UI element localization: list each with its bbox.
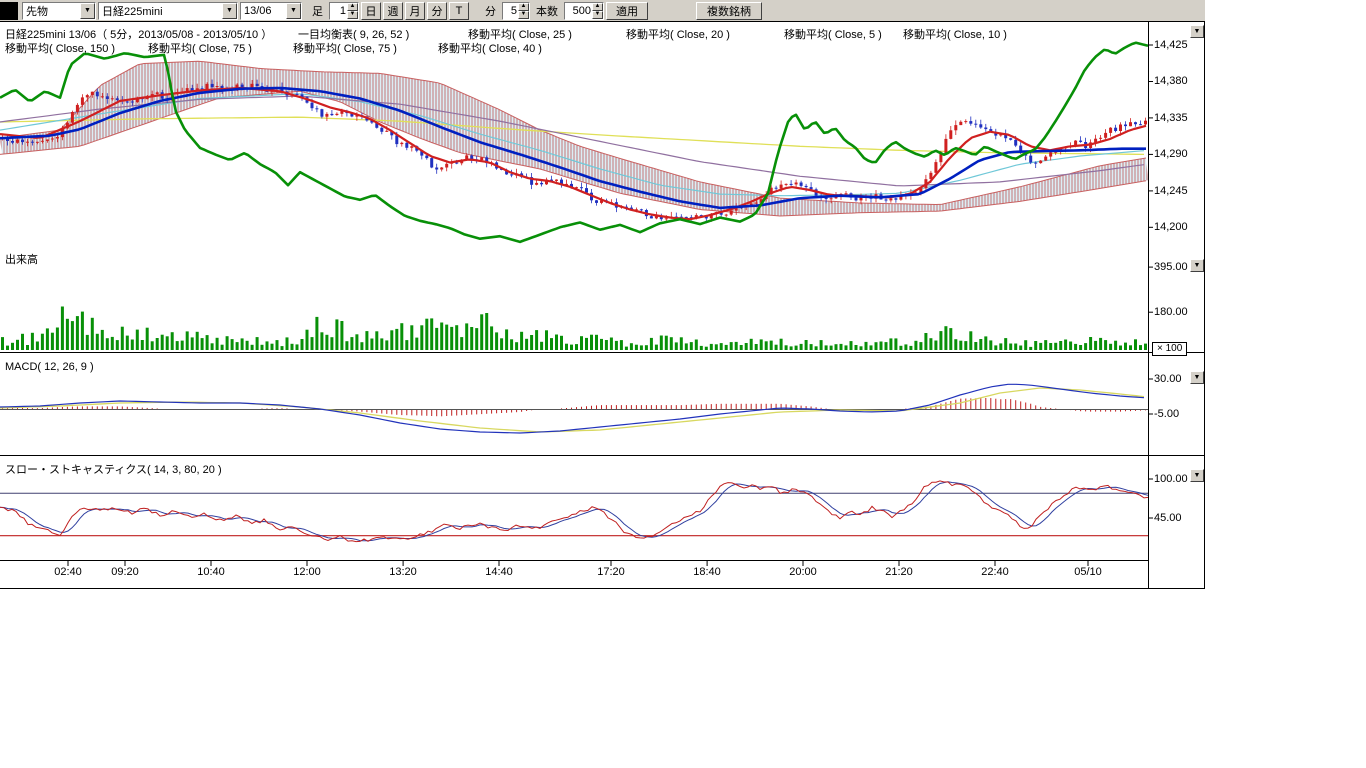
stoch-pane-label: スロー・ストキャスティクス( 14, 3, 80, 20 ) (5, 461, 222, 477)
volume-unit-badge: × 100 (1152, 342, 1187, 356)
bar-type-label: 足 (312, 3, 323, 19)
y-axis-label: 14,335 (1154, 112, 1188, 124)
legend-ma-close-75a: 移動平均( Close, 75 ) (148, 40, 252, 56)
x-axis-label: 13:20 (389, 566, 417, 578)
y-axis-label: 45.00 (1154, 512, 1182, 524)
minute-label: 分 (485, 3, 496, 19)
market-category-dropdown[interactable]: 先物 ▼ (22, 2, 96, 20)
minute-bar-button[interactable]: 分 (427, 2, 447, 20)
chevron-down-icon[interactable]: ▼ (222, 3, 237, 19)
x-axis-label: 17:20 (597, 566, 625, 578)
x-axis-label: 18:40 (693, 566, 721, 578)
minute-interval-value: 5 (503, 5, 518, 17)
symbol-value: 日経225mini (102, 3, 163, 19)
y-axis-label: 180.00 (1154, 306, 1188, 318)
y-axis-label: 395.00 (1154, 261, 1188, 273)
day-interval-spinner[interactable]: 1 ▲▼ (329, 2, 359, 20)
x-axis-label: 14:40 (485, 566, 513, 578)
spin-up-icon[interactable]: ▲ (347, 3, 358, 11)
spin-up-icon[interactable]: ▲ (518, 3, 529, 11)
spinner-buttons: ▲▼ (518, 3, 529, 19)
tick-bar-button[interactable]: T (449, 2, 469, 20)
apply-button[interactable]: 適用 (606, 2, 648, 20)
chart-area[interactable]: 日経225mini 13/06（ 5分，2013/05/08 - 2013/05… (0, 0, 1366, 768)
daily-bar-button[interactable]: 日 (361, 2, 381, 20)
day-interval-value: 1 (330, 5, 347, 17)
legend-ma-close-40: 移動平均( Close, 40 ) (438, 40, 542, 56)
spin-down-icon[interactable]: ▼ (592, 11, 603, 19)
x-axis-label: 10:40 (197, 566, 225, 578)
bar-count-label: 本数 (536, 3, 558, 19)
volume-pane-label: 出来高 (5, 251, 38, 267)
monthly-bar-button[interactable]: 月 (405, 2, 425, 20)
x-axis-label: 20:00 (789, 566, 817, 578)
legend-ma-close-10: 移動平均( Close, 10 ) (903, 26, 1007, 42)
y-axis-label: 100.00 (1154, 473, 1188, 485)
legend-ma-close-150: 移動平均( Close, 150 ) (5, 40, 115, 56)
price-chart-canvas[interactable] (0, 0, 1210, 600)
x-axis-label: 05/10 (1074, 566, 1102, 578)
minute-interval-spinner[interactable]: 5 ▲▼ (502, 2, 530, 20)
spin-down-icon[interactable]: ▼ (518, 11, 529, 19)
contract-month-value: 13/06 (244, 5, 272, 17)
price-pane-adjust-button[interactable]: ▼ (1190, 25, 1204, 38)
y-axis-label: 14,245 (1154, 185, 1188, 197)
volume-pane-adjust-button[interactable]: ▼ (1190, 259, 1204, 272)
spinner-buttons: ▲▼ (347, 3, 358, 19)
legend-ma-close-75b: 移動平均( Close, 75 ) (293, 40, 397, 56)
spin-up-icon[interactable]: ▲ (592, 3, 603, 11)
y-axis-label: 14,290 (1154, 148, 1188, 160)
y-axis-label: 30.00 (1154, 373, 1182, 385)
bar-count-spinner[interactable]: 500 ▲▼ (564, 2, 604, 20)
bar-count-value: 500 (565, 5, 592, 17)
spinner-buttons: ▲▼ (592, 3, 603, 19)
app-menu-icon[interactable] (0, 2, 18, 20)
spin-down-icon[interactable]: ▼ (347, 11, 358, 19)
multi-symbol-button[interactable]: 複数銘柄 (696, 2, 762, 20)
y-axis-label: 14,380 (1154, 75, 1188, 87)
macd-pane-adjust-button[interactable]: ▼ (1190, 371, 1204, 384)
chevron-down-icon[interactable]: ▼ (286, 3, 301, 19)
y-axis-label: 14,200 (1154, 221, 1188, 233)
x-axis-label: 09:20 (111, 566, 139, 578)
x-axis-label: 21:20 (885, 566, 913, 578)
x-axis-label: 02:40 (54, 566, 82, 578)
y-axis-label: 14,425 (1154, 39, 1188, 51)
stoch-pane-adjust-button[interactable]: ▼ (1190, 469, 1204, 482)
market-category-value: 先物 (26, 3, 48, 19)
chart-application-window: 先物 ▼ 日経225mini ▼ 13/06 ▼ 足 1 ▲▼ 日 週 月 分 … (0, 0, 1366, 768)
contract-month-dropdown[interactable]: 13/06 ▼ (240, 2, 302, 20)
legend-ma-close-5: 移動平均( Close, 5 ) (784, 26, 882, 42)
main-toolbar: 先物 ▼ 日経225mini ▼ 13/06 ▼ 足 1 ▲▼ 日 週 月 分 … (0, 0, 1205, 22)
legend-ma-close-20: 移動平均( Close, 20 ) (626, 26, 730, 42)
x-axis-label: 22:40 (981, 566, 1009, 578)
y-axis-label: -5.00 (1154, 408, 1179, 420)
symbol-dropdown[interactable]: 日経225mini ▼ (98, 2, 238, 20)
x-axis-label: 12:00 (293, 566, 321, 578)
macd-pane-label: MACD( 12, 26, 9 ) (5, 361, 94, 373)
weekly-bar-button[interactable]: 週 (383, 2, 403, 20)
chevron-down-icon[interactable]: ▼ (80, 3, 95, 19)
